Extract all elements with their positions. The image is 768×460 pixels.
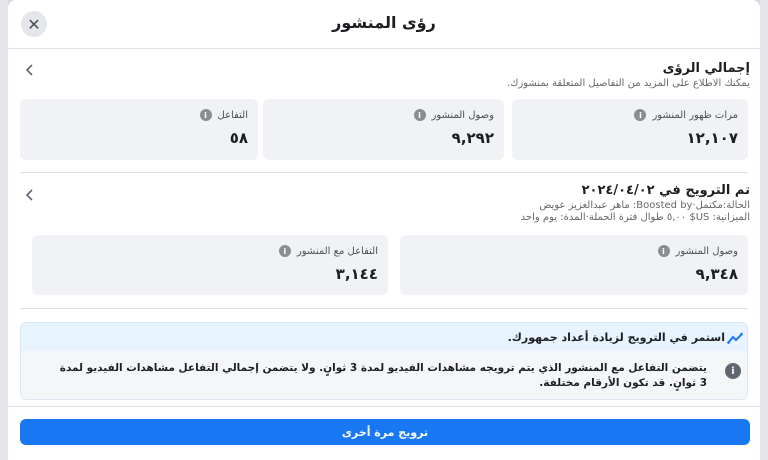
info-icon[interactable]: i	[657, 245, 670, 257]
card-label: وصول المنشور i	[657, 245, 738, 257]
notice-body: i يتضمن التفاعل مع المنشور الذي يتم تروي…	[21, 351, 747, 399]
card-label-text: وصول المنشور	[675, 245, 738, 257]
divider	[20, 172, 748, 173]
info-icon[interactable]: i	[278, 245, 291, 257]
card-reach: وصول المنشور i ٩,٢٩٢	[263, 99, 504, 160]
post-insights-dialog: رؤى المنشور ✕ إجمالي الرؤى يمكنك الاطلاع…	[8, 0, 760, 460]
overview-title: إجمالي الرؤى	[662, 61, 750, 76]
trending-up-icon	[727, 332, 743, 344]
chevron-left-icon[interactable]	[24, 64, 36, 76]
info-icon[interactable]: i	[634, 109, 647, 121]
promotion-meta-budget: الميزانية: US$ ٥,٠٠ طوال فترة الحملة·الم…	[520, 212, 750, 223]
card-value: ٩,٢٩٢	[451, 129, 494, 147]
overview-subtitle: يمكنك الاطلاع على المزيد من التفاصيل الم…	[506, 78, 750, 89]
card-value: ١٢,١٠٧	[686, 129, 738, 147]
card-value: ٥٨	[229, 129, 248, 147]
notice-headline: استمر في الترويج لزيادة أعداد جمهورك.	[507, 331, 725, 344]
card-label: التفاعل i	[199, 109, 249, 121]
card-label: وصول المنشور i	[413, 109, 494, 121]
background-left	[0, 0, 8, 460]
info-icon[interactable]: i	[413, 109, 426, 121]
notice-text: يتضمن التفاعل مع المنشور الذي يتم ترويجه…	[59, 362, 707, 389]
promotion-meta-status: الحالة:مكتمل·Boosted by: ماهر عبدالعزيز …	[539, 200, 750, 211]
divider	[20, 308, 748, 309]
close-button[interactable]: ✕	[21, 11, 47, 37]
close-icon: ✕	[27, 14, 41, 34]
card-promo-engagement: التفاعل مع المنشور i ٣,١٤٤	[32, 235, 388, 295]
card-label-text: التفاعل	[217, 109, 249, 121]
card-value: ٩,٣٤٨	[695, 265, 738, 283]
notice-headline-bar: استمر في الترويج لزيادة أعداد جمهورك.	[21, 323, 747, 351]
card-label-text: وصول المنشور	[431, 109, 494, 121]
chevron-left-icon[interactable]	[24, 189, 36, 201]
boost-again-button[interactable]: ترويج مرة أخرى	[20, 419, 750, 445]
card-label-text: التفاعل مع المنشور	[296, 245, 378, 257]
card-promo-reach: وصول المنشور i ٩,٣٤٨	[400, 235, 748, 295]
dialog-title: رؤى المنشور	[332, 13, 436, 32]
card-label: مرات ظهور المنشور i	[634, 109, 738, 121]
card-label-text: مرات ظهور المنشور	[652, 109, 738, 121]
promotion-title: تم الترويج في ٢٠٢٤/٠٤/٠٢	[581, 183, 750, 198]
background-right	[760, 0, 768, 460]
card-label: التفاعل مع المنشور i	[278, 245, 378, 257]
info-icon: i	[725, 363, 741, 379]
card-value: ٣,١٤٤	[335, 265, 378, 283]
card-engagement: التفاعل i ٥٨	[20, 99, 258, 160]
card-impressions: مرات ظهور المنشور i ١٢,١٠٧	[512, 99, 748, 160]
dialog-header: رؤى المنشور ✕	[8, 0, 760, 49]
info-icon[interactable]: i	[199, 109, 212, 121]
dialog-footer: ترويج مرة أخرى	[8, 406, 760, 460]
promotion-notice: استمر في الترويج لزيادة أعداد جمهورك. i …	[20, 322, 748, 400]
